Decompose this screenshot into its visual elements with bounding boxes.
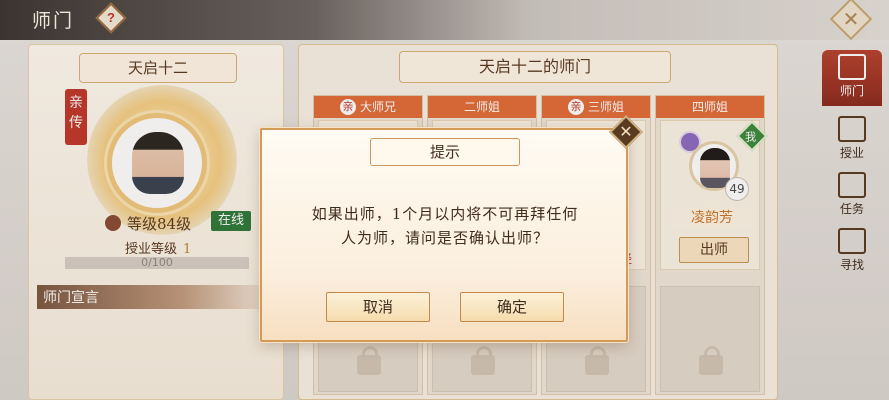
dialog-message: 如果出师，1个月以内将不可再拜任何 人为师，请问是否确认出师？ bbox=[290, 202, 600, 250]
dialog-message-line-1: 如果出师，1个月以内将不可再拜任何 bbox=[311, 205, 579, 223]
dialog-message-line-2: 人为师，请问是否确认出师？ bbox=[340, 229, 549, 247]
dialog-title: 提示 bbox=[370, 138, 520, 166]
cancel-button[interactable]: 取消 bbox=[326, 292, 430, 322]
confirm-graduate-dialog: ✕ 提示 如果出师，1个月以内将不可再拜任何 人为师，请问是否确认出师？ 取消 … bbox=[260, 115, 643, 342]
confirm-button[interactable]: 确定 bbox=[460, 292, 564, 322]
